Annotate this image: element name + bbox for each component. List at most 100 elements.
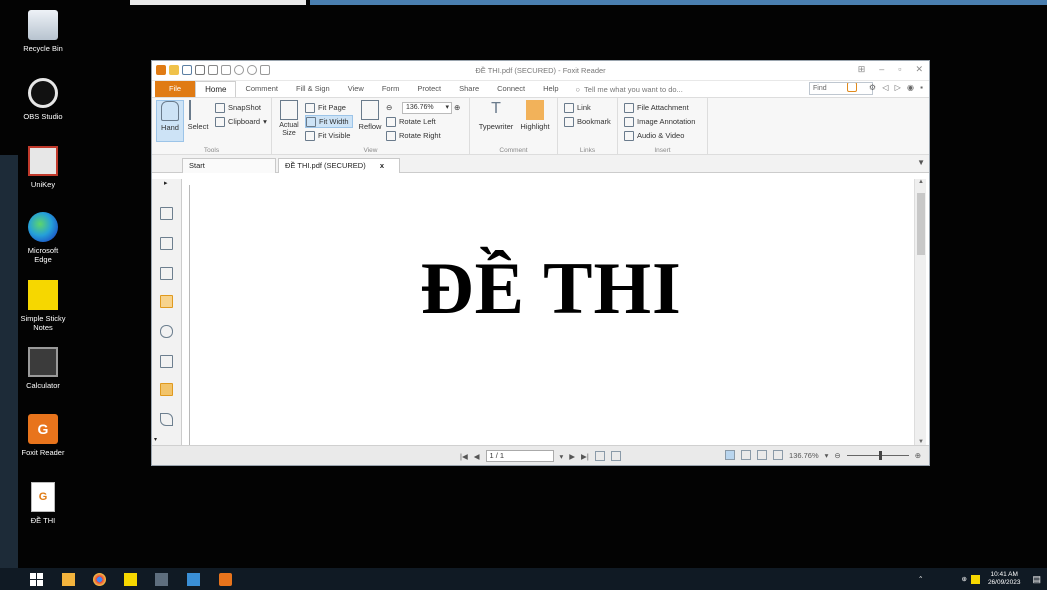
chevron-down-icon[interactable]: ▼ <box>917 158 925 167</box>
fit-width-button[interactable]: Fit Width <box>305 115 353 128</box>
continuous-view-icon[interactable] <box>741 450 752 460</box>
scrollbar-thumb[interactable] <box>917 193 925 255</box>
menu-share[interactable]: Share <box>450 81 488 97</box>
fit-visible-button[interactable]: Fit Visible <box>305 129 350 142</box>
desktop-icon-pdf-file[interactable]: G ĐỀ THI <box>14 482 72 525</box>
file-explorer-icon[interactable] <box>62 573 75 586</box>
highlight-button[interactable]: Highlight <box>518 100 552 131</box>
close-icon[interactable]: ✕ <box>915 64 923 75</box>
scroll-up-icon[interactable]: ▲ <box>915 179 927 185</box>
page-number-input[interactable]: 1 / 1 <box>485 450 554 462</box>
actual-size-button[interactable]: Actual Size <box>276 100 302 138</box>
chevron-down-icon[interactable]: ▾ <box>154 436 157 443</box>
app-taskbar-icon[interactable] <box>187 573 200 586</box>
image-annotation-button[interactable]: Image Annotation <box>624 115 695 128</box>
menu-connect[interactable]: Connect <box>488 81 534 97</box>
menu-help[interactable]: Help <box>534 81 567 97</box>
clock[interactable]: 10:41 AM 26/09/2023 <box>988 571 1021 587</box>
rotate-left-button[interactable]: Rotate Left <box>386 115 436 128</box>
ribbon-group-label: Tools <box>203 147 220 154</box>
select-button[interactable]: Select <box>184 100 212 131</box>
zoom-slider-knob[interactable] <box>878 450 882 460</box>
typewriter-button[interactable]: T Typewriter <box>476 100 516 131</box>
desktop-icon-foxit[interactable]: G Foxit Reader <box>14 414 72 457</box>
fit-page-button[interactable]: Fit Page <box>305 101 346 114</box>
bookmarks-panel-icon[interactable] <box>160 237 173 250</box>
desktop-icon-sticky-notes[interactable]: Simple Sticky Notes <box>14 280 72 332</box>
expand-panel-icon[interactable]: ▸ <box>164 179 168 187</box>
notifications-icon[interactable]: ▤ <box>1032 574 1041 585</box>
layers-icon[interactable] <box>160 267 173 280</box>
zoom-in-icon[interactable]: ⊕ <box>915 451 921 460</box>
desktop-icon-recycle-bin[interactable]: Recycle Bin <box>14 10 72 53</box>
page-copy-icon[interactable] <box>594 451 605 461</box>
first-page-icon[interactable]: |◀ <box>460 452 468 461</box>
bookmark-button[interactable]: Bookmark <box>564 115 611 128</box>
reflow-button[interactable]: Reflow <box>356 100 384 131</box>
zoom-slider[interactable] <box>846 450 909 460</box>
menu-form[interactable]: Form <box>373 81 409 97</box>
chevron-down-icon[interactable]: ▾ <box>825 451 829 460</box>
chevron-down-icon[interactable]: ▾ <box>560 452 564 461</box>
ribbon-group-label: Links <box>579 147 596 154</box>
comments-panel-icon[interactable] <box>160 295 173 308</box>
menu-fill-sign[interactable]: Fill & Sign <box>287 81 339 97</box>
menu-view[interactable]: View <box>339 81 373 97</box>
snapshot-button[interactable]: SnapShot <box>215 101 261 114</box>
menu-home[interactable]: Home <box>195 81 237 97</box>
clipboard-button[interactable]: Clipboard ▾ <box>215 115 267 128</box>
continuous-facing-view-icon[interactable] <box>773 450 784 460</box>
desktop-icon-edge[interactable]: Microsoft Edge <box>14 212 72 264</box>
chrome-icon[interactable] <box>93 573 106 586</box>
desktop-icon-obs[interactable]: OBS Studio <box>14 78 72 121</box>
status-bar: |◀ ◀ 1 / 1 ▾ ▶ ▶| 136.76% ▾ ⊖ ⊕ <box>152 445 929 465</box>
desktop-icon-unikey[interactable]: UniKey <box>14 146 72 189</box>
tell-me-box[interactable]: ○ Tell me what you want to do... <box>576 85 683 94</box>
desktop-icon-calculator[interactable]: Calculator <box>14 347 72 390</box>
hand-button[interactable]: Hand <box>156 100 184 142</box>
foxit-taskbar-icon[interactable] <box>219 573 232 586</box>
security-lock-icon[interactable] <box>160 383 173 396</box>
tab-start[interactable]: Start <box>182 158 276 173</box>
menu-protect[interactable]: Protect <box>408 81 450 97</box>
maximize-icon[interactable]: ▫ <box>898 64 901 75</box>
last-page-icon[interactable]: ▶| <box>581 452 589 461</box>
pages-icon[interactable] <box>160 207 173 220</box>
tab-document[interactable]: ĐỀ THI.pdf (SECURED) x <box>278 158 400 173</box>
menu-comment[interactable]: Comment <box>236 81 287 97</box>
audio-video-button[interactable]: Audio & Video <box>624 129 684 142</box>
unikey-tray-icon[interactable] <box>970 574 980 584</box>
document-page[interactable]: ĐỀ THI <box>189 185 912 445</box>
next-page-icon[interactable]: ▶ <box>569 452 575 461</box>
file-menu[interactable]: File <box>155 81 196 97</box>
minimize-icon[interactable]: – <box>879 64 884 75</box>
find-input[interactable]: Find <box>809 82 873 95</box>
previous-page-icon[interactable]: ◀ <box>474 452 480 461</box>
zoom-out-button[interactable]: ⊖ <box>386 101 392 114</box>
ribbon-options-icon[interactable]: ⊞ <box>858 64 866 75</box>
zoom-in-button[interactable]: ⊕ <box>454 101 460 114</box>
link-button[interactable]: Link <box>564 101 591 114</box>
close-tab-icon[interactable]: x <box>380 161 384 170</box>
show-hidden-icons-icon[interactable]: ⌃ <box>918 575 923 583</box>
file-attachment-button[interactable]: File Attachment <box>624 101 689 114</box>
desktop-icon-label: Foxit Reader <box>21 448 65 457</box>
signatures-icon[interactable] <box>160 355 173 368</box>
menu-right-icons[interactable]: ⚙ ◁ ▷ ◉ ▪ <box>869 83 925 92</box>
single-page-view-icon[interactable] <box>725 450 736 460</box>
sticky-notes-taskbar-icon[interactable] <box>124 573 137 586</box>
calculator-taskbar-icon[interactable] <box>155 573 168 586</box>
zoom-select[interactable]: 136.76% ▾ <box>402 102 452 114</box>
facing-view-icon[interactable] <box>757 450 768 460</box>
snapshot-label: SnapShot <box>228 103 261 112</box>
select-icon <box>189 100 207 120</box>
pen-tool-icon[interactable] <box>160 413 173 426</box>
start-button[interactable] <box>30 573 43 586</box>
rotate-right-button[interactable]: Rotate Right <box>386 129 441 142</box>
status-zoom-value: 136.76% <box>789 450 819 460</box>
attachments-icon[interactable] <box>160 325 173 338</box>
page-layout-icon[interactable] <box>610 451 621 461</box>
vertical-scrollbar[interactable]: ▲ ▼ <box>914 179 926 445</box>
network-icon[interactable]: ⊕ <box>961 575 966 583</box>
zoom-out-icon[interactable]: ⊖ <box>834 451 840 460</box>
